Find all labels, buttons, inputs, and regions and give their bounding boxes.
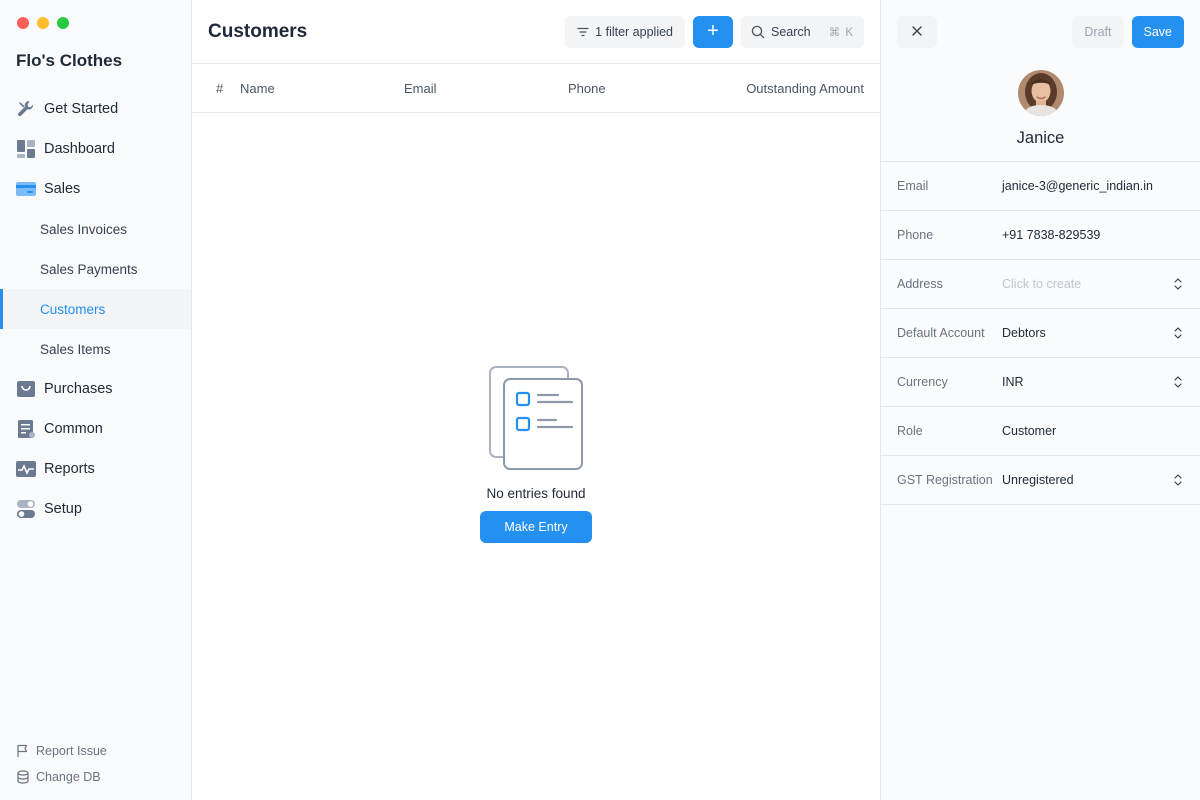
field-value: Customer xyxy=(1002,424,1057,438)
filter-label: 1 filter applied xyxy=(595,24,673,39)
sidebar-item-reports[interactable]: Reports xyxy=(0,449,191,489)
close-icon xyxy=(911,25,923,40)
sidebar-item-setup[interactable]: Setup xyxy=(0,489,191,529)
column-header-email: Email xyxy=(404,80,437,96)
field-label: Currency xyxy=(897,375,948,389)
chevron-up-down-icon[interactable] xyxy=(1172,327,1184,339)
sidebar-item-label: Reports xyxy=(44,461,95,477)
sidebar-item-purchases[interactable]: Purchases xyxy=(0,369,191,409)
sidebar: Flo's Clothes Get Started Dashboard Sale… xyxy=(0,0,192,800)
bag-icon xyxy=(16,379,36,399)
field-label: Address xyxy=(897,277,943,291)
field-value[interactable]: Click to create xyxy=(1002,277,1172,291)
column-header-index: # xyxy=(216,80,224,96)
close-panel-button[interactable] xyxy=(897,16,937,48)
sidebar-item-common[interactable]: Common xyxy=(0,409,191,449)
sidebar-item-label: Common xyxy=(44,421,103,437)
field-label: Role xyxy=(897,424,923,438)
document-icon xyxy=(16,419,36,439)
wrench-icon xyxy=(16,99,36,119)
flag-icon xyxy=(16,744,30,758)
change-db-link[interactable]: Change DB xyxy=(16,764,107,790)
avatar[interactable] xyxy=(1017,70,1064,116)
search-button[interactable]: Search ⌘ K xyxy=(741,15,864,48)
currency-field[interactable]: Currency INR xyxy=(881,358,1200,407)
empty-list-icon xyxy=(486,365,586,476)
empty-state: No entries found Make Entry xyxy=(192,365,880,543)
sidebar-item-get-started[interactable]: Get Started xyxy=(0,89,191,129)
table-header: # Name Email Phone Outstanding Amount xyxy=(192,64,880,113)
search-shortcut: ⌘ K xyxy=(828,26,854,39)
toggle-icon xyxy=(16,499,36,519)
phone-field[interactable]: Phone +91 7838-829539 xyxy=(881,211,1200,260)
filter-icon xyxy=(577,26,589,38)
field-label: Phone xyxy=(897,228,934,242)
dashboard-icon xyxy=(16,139,36,159)
chart-icon xyxy=(16,459,36,479)
maximize-window-button[interactable] xyxy=(57,17,69,29)
field-value[interactable]: Debtors xyxy=(1002,326,1172,340)
field-value[interactable]: +91 7838-829539 xyxy=(1002,228,1184,242)
sidebar-footer: Report Issue Change DB xyxy=(16,738,107,790)
database-icon xyxy=(16,770,30,784)
field-label: GST Registration xyxy=(897,473,993,487)
sidebar-subitem-sales-invoices[interactable]: Sales Invoices xyxy=(0,209,191,249)
chevron-up-down-icon[interactable] xyxy=(1172,376,1184,388)
sidebar-subitem-sales-payments[interactable]: Sales Payments xyxy=(0,249,191,289)
search-icon xyxy=(751,25,765,39)
column-header-outstanding-amount: Outstanding Amount xyxy=(746,80,864,96)
field-label: Default Account xyxy=(897,326,985,340)
report-issue-link[interactable]: Report Issue xyxy=(16,738,107,764)
page-header: Customers 1 filter applied + Search ⌘ K xyxy=(192,0,880,64)
column-header-phone: Phone xyxy=(568,80,606,96)
chevron-up-down-icon[interactable] xyxy=(1172,474,1184,486)
sidebar-item-dashboard[interactable]: Dashboard xyxy=(0,129,191,169)
sidebar-item-label: Dashboard xyxy=(44,141,115,157)
minimize-window-button[interactable] xyxy=(37,17,49,29)
company-name: Flo's Clothes xyxy=(16,51,123,70)
sidebar-nav: Get Started Dashboard Sales Sales Invoic… xyxy=(0,89,191,529)
field-label: Email xyxy=(897,179,929,193)
column-header-name: Name xyxy=(240,80,275,96)
chevron-up-down-icon[interactable] xyxy=(1172,278,1184,290)
draft-badge: Draft xyxy=(1072,16,1124,48)
filter-button[interactable]: 1 filter applied xyxy=(565,15,685,48)
sidebar-item-sales[interactable]: Sales xyxy=(0,169,191,209)
save-button[interactable]: Save xyxy=(1131,16,1184,48)
sidebar-item-label: Get Started xyxy=(44,101,119,117)
main-content: Customers 1 filter applied + Search ⌘ K … xyxy=(192,0,880,800)
card-icon xyxy=(16,179,36,199)
customer-profile: Janice xyxy=(881,64,1200,162)
close-window-button[interactable] xyxy=(17,17,29,29)
customer-name[interactable]: Janice xyxy=(1017,129,1065,148)
address-field[interactable]: Address Click to create xyxy=(881,260,1200,309)
sidebar-item-label: Sales xyxy=(44,181,81,197)
email-field[interactable]: Email janice-3@generic_indian.in xyxy=(881,162,1200,211)
field-value[interactable]: Unregistered xyxy=(1002,473,1172,487)
make-entry-button[interactable]: Make Entry xyxy=(480,511,592,543)
change-db-label: Change DB xyxy=(36,770,101,784)
plus-icon: + xyxy=(707,20,719,42)
sidebar-item-label: Purchases xyxy=(44,381,113,397)
sidebar-item-label: Setup xyxy=(44,501,82,517)
default-account-field[interactable]: Default Account Debtors xyxy=(881,309,1200,358)
add-customer-button[interactable]: + xyxy=(693,15,733,48)
sidebar-subitem-sales-items[interactable]: Sales Items xyxy=(0,329,191,369)
panel-toolbar: Draft Save xyxy=(881,0,1200,64)
role-field: Role Customer xyxy=(881,407,1200,456)
report-issue-label: Report Issue xyxy=(36,744,107,758)
empty-message: No entries found xyxy=(486,486,586,501)
field-value[interactable]: INR xyxy=(1002,375,1172,389)
field-value[interactable]: janice-3@generic_indian.in xyxy=(1002,179,1184,193)
sidebar-subitem-customers[interactable]: Customers xyxy=(0,289,191,329)
gst-registration-field[interactable]: GST Registration Unregistered xyxy=(881,456,1200,505)
search-label: Search xyxy=(771,24,811,39)
customer-quick-edit-panel: Draft Save Janice Email janice-3@generic… xyxy=(880,0,1200,800)
page-title: Customers xyxy=(208,20,308,42)
window-controls xyxy=(17,17,69,29)
